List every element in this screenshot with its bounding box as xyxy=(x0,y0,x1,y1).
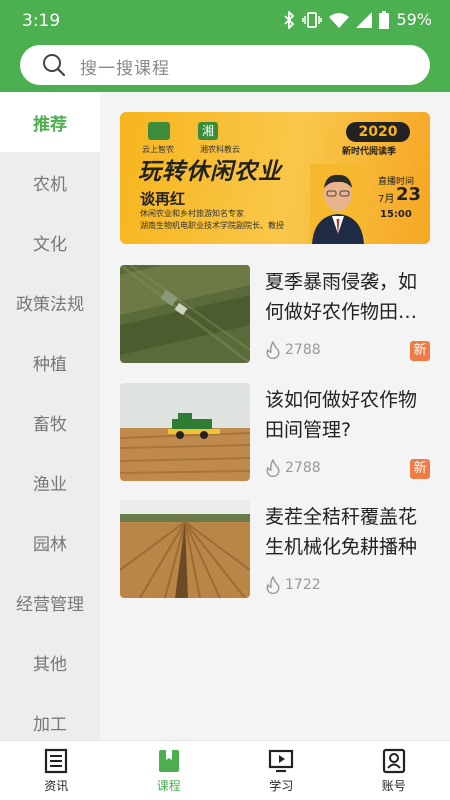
banner-month: 7月 xyxy=(378,194,395,205)
flame-icon xyxy=(266,459,280,477)
banner-description-2: 湖南生物机电职业技术学院副院长、教授 xyxy=(140,221,284,230)
banner-speaker: 谈再红 xyxy=(140,190,186,208)
sidebar-item-label: 种植 xyxy=(33,354,67,375)
course-item[interactable]: 夏季暴雨侵袭，如何做好农作物田… 2788 新 xyxy=(120,265,430,365)
flame-icon xyxy=(266,576,280,594)
course-list: 湘 云上智农 湘农科教云 玩转休闲农业 2020 新时代阅读季 谈再红 休闲农业… xyxy=(100,92,450,740)
status-time: 3:19 xyxy=(22,11,61,31)
search-placeholder: 搜一搜课程 xyxy=(80,59,170,79)
banner-year: 2020 xyxy=(346,122,410,142)
vibrate-icon xyxy=(302,11,323,28)
sidebar-item-processing[interactable]: 加工 xyxy=(0,692,100,740)
xiang-logo: 湘 xyxy=(198,122,218,140)
status-bar: 3:19 59% xyxy=(0,0,450,42)
banner-day: 23 xyxy=(396,184,422,205)
course-views: 2788 xyxy=(265,459,321,477)
course-thumbnail xyxy=(120,265,250,363)
sidebar-item-label: 文化 xyxy=(33,234,67,255)
course-title: 夏季暴雨侵袭，如何做好农作物田… xyxy=(265,271,418,323)
sidebar-item-label: 政策法规 xyxy=(16,294,84,315)
battery-icon xyxy=(379,10,390,29)
nav-study[interactable]: 学习 xyxy=(225,741,338,800)
course-thumbnail xyxy=(120,383,250,481)
sidebar-item-recommend[interactable]: 推荐 xyxy=(0,92,100,152)
bookmark-icon xyxy=(158,749,179,772)
category-sidebar: 推荐 农机 文化 政策法规 种植 畜牧 渔业 园林 经营管理 其他 加工 xyxy=(0,92,100,740)
banner-title: 玩转休闲农业 xyxy=(138,159,282,185)
sidebar-item-label: 畜牧 xyxy=(33,414,67,435)
sidebar-item-label: 推荐 xyxy=(33,114,67,135)
flame-icon xyxy=(266,341,280,359)
video-icon xyxy=(269,749,294,772)
view-count: 2788 xyxy=(285,460,321,476)
sidebar-item-culture[interactable]: 文化 xyxy=(0,212,100,272)
cloud-logo-icon xyxy=(148,122,170,140)
nav-account[interactable]: 账号 xyxy=(338,741,450,800)
view-count: 2788 xyxy=(285,342,321,358)
bottom-nav: 资讯 课程 学习 账号 xyxy=(0,740,450,800)
sidebar-item-label: 渔业 xyxy=(33,474,67,495)
sidebar-item-gardening[interactable]: 园林 xyxy=(0,512,100,572)
nav-course[interactable]: 课程 xyxy=(113,741,226,800)
sidebar-item-label: 其他 xyxy=(33,654,67,675)
sidebar-item-livestock[interactable]: 畜牧 xyxy=(0,392,100,452)
banner-description-1: 休闲农业和乡村旅游知名专家 xyxy=(140,209,244,218)
course-item[interactable]: 麦茬全秸秆覆盖花生机械化免耕播种 1722 xyxy=(120,500,430,600)
signal-icon xyxy=(356,11,373,28)
wifi-icon xyxy=(329,12,350,28)
banner-season: 新时代阅读季 xyxy=(342,147,397,157)
course-title: 麦茬全秸秆覆盖花生机械化免耕播种 xyxy=(265,506,418,558)
sidebar-item-policy[interactable]: 政策法规 xyxy=(0,272,100,332)
bluetooth-icon xyxy=(284,10,295,29)
new-badge: 新 xyxy=(410,459,430,479)
sidebar-item-label: 经营管理 xyxy=(16,594,84,615)
banner-time: 15:00 xyxy=(380,209,412,220)
app-header: 3:19 59% 搜一搜课程 xyxy=(0,0,450,92)
course-views: 1722 xyxy=(265,576,321,594)
course-title: 该如何做好农作物田间管理? xyxy=(265,389,418,441)
search-icon xyxy=(43,54,66,77)
nav-label: 账号 xyxy=(381,778,406,793)
sidebar-item-fishery[interactable]: 渔业 xyxy=(0,452,100,512)
sidebar-item-label: 加工 xyxy=(33,714,67,735)
sidebar-item-planting[interactable]: 种植 xyxy=(0,332,100,392)
promo-banner[interactable]: 湘 云上智农 湘农科教云 玩转休闲农业 2020 新时代阅读季 谈再红 休闲农业… xyxy=(120,112,430,244)
sidebar-item-management[interactable]: 经营管理 xyxy=(0,572,100,632)
battery-percent: 59% xyxy=(396,10,432,29)
account-icon xyxy=(382,748,405,773)
sidebar-item-other[interactable]: 其他 xyxy=(0,632,100,692)
view-count: 1722 xyxy=(285,577,321,593)
speaker-photo xyxy=(310,164,366,244)
nav-label: 课程 xyxy=(156,778,181,793)
course-item[interactable]: 该如何做好农作物田间管理? 2788 新 xyxy=(120,383,430,483)
search-input[interactable]: 搜一搜课程 xyxy=(20,45,430,85)
news-icon xyxy=(45,748,68,773)
sidebar-item-label: 园林 xyxy=(33,534,67,555)
nav-news[interactable]: 资讯 xyxy=(0,741,113,800)
new-badge: 新 xyxy=(410,341,430,361)
sidebar-item-machinery[interactable]: 农机 xyxy=(0,152,100,212)
course-views: 2788 xyxy=(265,341,321,359)
nav-label: 资讯 xyxy=(44,778,69,793)
nav-label: 学习 xyxy=(269,778,294,793)
sidebar-item-label: 农机 xyxy=(33,174,67,195)
status-icons: 59% xyxy=(283,10,432,29)
course-thumbnail xyxy=(120,500,250,598)
